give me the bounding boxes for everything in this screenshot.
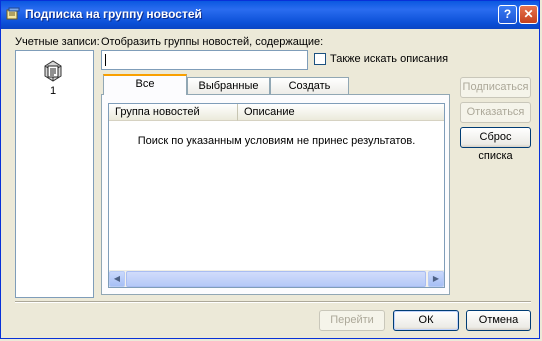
footer-separator bbox=[15, 301, 531, 303]
column-header-newsgroup[interactable]: Группа новостей bbox=[109, 104, 238, 121]
ok-button[interactable]: ОК bbox=[393, 310, 459, 331]
empty-message: Поиск по указанным условиям не принес ре… bbox=[137, 135, 416, 147]
reset-list-button[interactable]: Сброс списка bbox=[460, 127, 531, 162]
news-server-icon bbox=[35, 57, 71, 85]
horizontal-scrollbar[interactable]: ◀ ▶ bbox=[109, 270, 444, 287]
tab-all[interactable]: Все bbox=[103, 74, 187, 95]
accounts-list[interactable]: 1 bbox=[15, 50, 94, 298]
arrow-left-icon: ◀ bbox=[113, 274, 121, 283]
tab-new[interactable]: Создать bbox=[270, 77, 349, 95]
filter-input[interactable] bbox=[101, 50, 308, 70]
filter-label: Отобразить группы новостей, содержащие: bbox=[101, 36, 324, 48]
goto-button[interactable]: Перейти bbox=[319, 310, 385, 331]
search-descriptions-label[interactable]: Также искать описания bbox=[330, 53, 448, 65]
window-title: Подписка на группу новостей bbox=[25, 7, 202, 21]
tab-selected[interactable]: Выбранные bbox=[187, 77, 270, 95]
scroll-thumb[interactable] bbox=[126, 271, 426, 287]
column-header-description[interactable]: Описание bbox=[238, 104, 444, 121]
close-button[interactable]: ✕ bbox=[519, 5, 538, 24]
text-caret bbox=[105, 54, 106, 66]
account-item[interactable]: 1 bbox=[35, 57, 71, 97]
account-label: 1 bbox=[49, 85, 57, 97]
newsgroup-list[interactable]: Группа новостей Описание Поиск по указан… bbox=[108, 103, 445, 288]
title-bar: Подписка на группу новостей ? ✕ bbox=[1, 1, 539, 29]
subscribe-button[interactable]: Подписаться bbox=[460, 77, 531, 98]
unsubscribe-button[interactable]: Отказаться bbox=[460, 102, 531, 123]
scroll-right-button[interactable]: ▶ bbox=[428, 271, 444, 287]
accounts-label: Учетные записи: bbox=[15, 36, 100, 48]
newsgroup-dialog: Подписка на группу новостей ? ✕ Учетные … bbox=[0, 0, 540, 339]
newsgroup-icon bbox=[6, 7, 20, 21]
scroll-left-button[interactable]: ◀ bbox=[109, 271, 125, 287]
cancel-button[interactable]: Отмена bbox=[466, 310, 531, 331]
help-button[interactable]: ? bbox=[498, 5, 517, 24]
search-descriptions-checkbox[interactable] bbox=[314, 53, 326, 65]
arrow-right-icon: ▶ bbox=[432, 274, 440, 283]
